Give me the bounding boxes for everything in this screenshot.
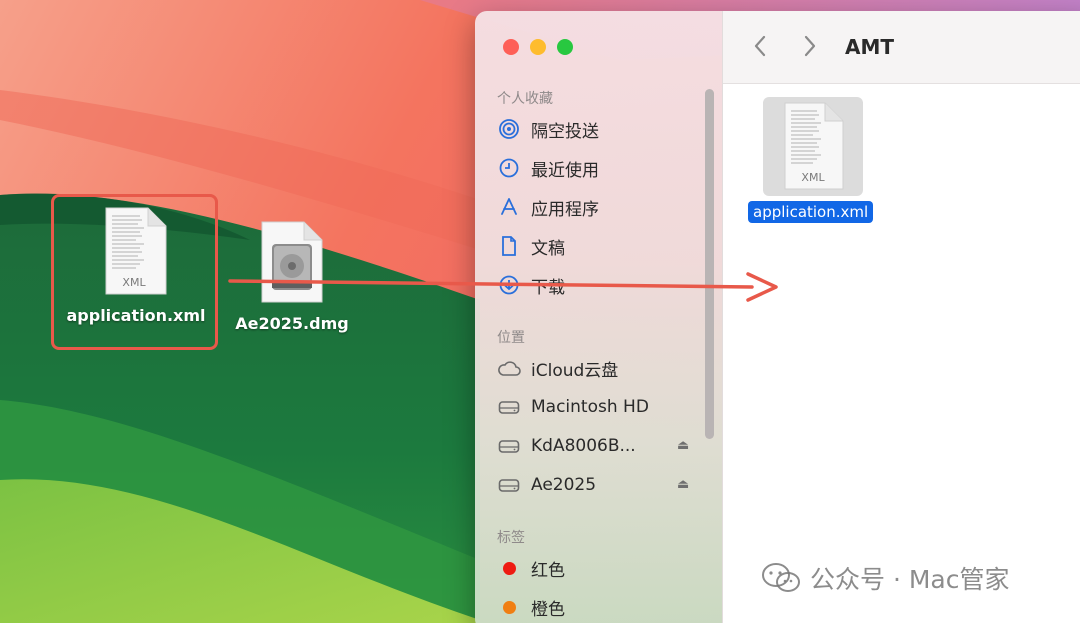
sidebar-item-airdrop[interactable]: 隔空投送 bbox=[497, 115, 599, 143]
desktop-file-label: application.xml bbox=[66, 306, 206, 325]
finder-toolbar: AMT bbox=[723, 11, 1080, 84]
sidebar-tag-red[interactable]: 红色 bbox=[497, 554, 565, 582]
sidebar-item-label: Ae2025 bbox=[531, 475, 597, 495]
disk-image-icon bbox=[261, 221, 323, 303]
xml-file-icon: XML bbox=[105, 207, 167, 295]
finder-window: 个人收藏 隔空投送 最近使用 应用程序 文稿 下载 位置 iCloud云盘 Ma… bbox=[475, 11, 1080, 623]
document-icon bbox=[497, 234, 521, 258]
minimize-button[interactable] bbox=[530, 39, 546, 55]
sidebar-item-icloud[interactable]: iCloud云盘 bbox=[497, 354, 618, 382]
sidebar-item-label: 红色 bbox=[531, 560, 565, 581]
sidebar-item-macintosh-hd[interactable]: Macintosh HD bbox=[497, 393, 649, 421]
drive-icon bbox=[497, 434, 521, 458]
forward-button[interactable] bbox=[797, 33, 821, 59]
sidebar-scrollbar[interactable] bbox=[705, 89, 714, 439]
cloud-icon bbox=[497, 356, 521, 380]
favorites-header: 个人收藏 bbox=[497, 91, 553, 107]
wechat-icon bbox=[762, 563, 800, 592]
chevron-right-icon bbox=[804, 35, 816, 57]
desktop-file-label: Ae2025.dmg bbox=[235, 314, 349, 333]
download-icon bbox=[497, 273, 521, 297]
xml-file-icon: XML bbox=[784, 102, 844, 190]
sidebar-item-downloads[interactable]: 下载 bbox=[497, 271, 565, 299]
desktop: XML application.xml Ae2025.dmg 个人收藏 隔空投送… bbox=[0, 0, 1080, 623]
sidebar-item-label: 应用程序 bbox=[531, 199, 599, 220]
finder-content: AMT XML application.xml bbox=[722, 11, 1080, 623]
applications-icon bbox=[497, 195, 521, 219]
sidebar-item-label: 最近使用 bbox=[531, 160, 599, 181]
tag-red-dot-icon bbox=[497, 556, 521, 580]
locations-header: 位置 bbox=[497, 330, 525, 346]
sidebar-item-label: iCloud云盘 bbox=[531, 360, 619, 381]
sidebar-item-ae2025[interactable]: Ae2025 ⏏ bbox=[497, 471, 697, 499]
sidebar-item-kda8006b[interactable]: KdA8006B... ⏏ bbox=[497, 432, 697, 460]
eject-icon[interactable]: ⏏ bbox=[677, 438, 689, 453]
file-name-label: application.xml bbox=[748, 201, 874, 223]
airdrop-icon bbox=[497, 117, 521, 141]
tag-orange-dot-icon bbox=[497, 595, 521, 619]
watermark-text: 公众号 · Mac管家 bbox=[810, 565, 1010, 594]
zoom-button[interactable] bbox=[557, 39, 573, 55]
chevron-left-icon bbox=[754, 35, 766, 57]
window-title: AMT bbox=[845, 35, 895, 59]
xml-badge: XML bbox=[122, 276, 146, 289]
watermark: 公众号 · Mac管家 bbox=[760, 560, 1009, 596]
drive-icon bbox=[497, 395, 521, 419]
finder-sidebar: 个人收藏 隔空投送 最近使用 应用程序 文稿 下载 位置 iCloud云盘 Ma… bbox=[475, 11, 722, 623]
close-button[interactable] bbox=[503, 39, 519, 55]
desktop-file-application-xml[interactable]: XML application.xml bbox=[66, 206, 206, 325]
clock-icon bbox=[497, 156, 521, 180]
sidebar-item-label: 文稿 bbox=[531, 238, 565, 259]
desktop-file-ae2025-dmg[interactable]: Ae2025.dmg bbox=[222, 220, 362, 333]
sidebar-item-label: 下载 bbox=[531, 277, 565, 298]
back-button[interactable] bbox=[749, 33, 773, 59]
sidebar-item-applications[interactable]: 应用程序 bbox=[497, 193, 599, 221]
drive-icon bbox=[497, 473, 521, 497]
sidebar-item-recents[interactable]: 最近使用 bbox=[497, 154, 599, 182]
sidebar-item-documents[interactable]: 文稿 bbox=[497, 232, 565, 260]
eject-icon[interactable]: ⏏ bbox=[677, 477, 689, 492]
xml-badge: XML bbox=[801, 171, 825, 184]
tags-header: 标签 bbox=[497, 530, 525, 546]
sidebar-tag-orange[interactable]: 橙色 bbox=[497, 593, 565, 621]
sidebar-item-label: 橙色 bbox=[531, 599, 565, 620]
sidebar-item-label: Macintosh HD bbox=[531, 397, 649, 417]
sidebar-item-label: 隔空投送 bbox=[531, 121, 599, 142]
sidebar-item-label: KdA8006B... bbox=[531, 436, 636, 456]
